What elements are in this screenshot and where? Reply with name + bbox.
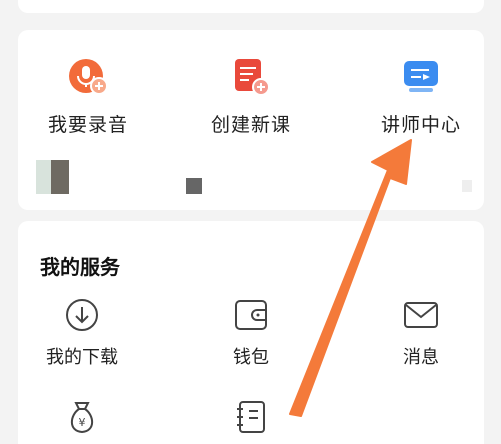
top-card bbox=[18, 0, 484, 13]
create-course-button[interactable]: 创建新课 bbox=[181, 56, 321, 137]
create-course-label: 创建新课 bbox=[210, 114, 291, 136]
messages-button[interactable]: 消息 bbox=[351, 295, 491, 369]
wallet-button[interactable]: 钱包 bbox=[181, 295, 321, 369]
wallet-label: 钱包 bbox=[233, 347, 269, 368]
download-circle-icon bbox=[62, 295, 102, 335]
lecturer-center-button[interactable]: 讲师中心 bbox=[351, 56, 491, 137]
services-title: 我的服务 bbox=[40, 255, 120, 279]
blurred-edge bbox=[462, 180, 472, 192]
record-audio-label: 我要录音 bbox=[47, 114, 128, 136]
quick-actions-card: 我要录音 创建新课 讲师中心 bbox=[18, 30, 484, 210]
notebook-icon bbox=[231, 397, 271, 437]
money-bag-icon: ¥ bbox=[62, 397, 102, 437]
record-audio-button[interactable]: 我要录音 bbox=[18, 56, 158, 137]
presentation-screen-icon bbox=[399, 56, 443, 100]
blurred-thumbnail-part bbox=[51, 160, 69, 194]
blurred-marker bbox=[186, 178, 202, 194]
money-bag-button[interactable]: ¥ bbox=[12, 397, 152, 437]
wallet-icon bbox=[231, 295, 271, 335]
messages-label: 消息 bbox=[403, 347, 439, 368]
my-downloads-label: 我的下载 bbox=[46, 347, 118, 368]
notebook-button[interactable] bbox=[181, 397, 321, 437]
blurred-thumbnail bbox=[36, 160, 51, 194]
document-plus-icon bbox=[229, 56, 273, 100]
lecturer-center-label: 讲师中心 bbox=[380, 114, 461, 136]
envelope-icon bbox=[401, 295, 441, 335]
my-downloads-button[interactable]: 我的下载 bbox=[12, 295, 152, 369]
svg-text:¥: ¥ bbox=[79, 416, 86, 429]
microphone-plus-icon bbox=[66, 56, 110, 100]
services-card: 我的服务 我的下载 钱包 消息 ¥ bbox=[18, 221, 484, 444]
page: 我要录音 创建新课 讲师中心 我的服务 我的下载 钱包 消息 ¥ bbox=[0, 0, 501, 444]
